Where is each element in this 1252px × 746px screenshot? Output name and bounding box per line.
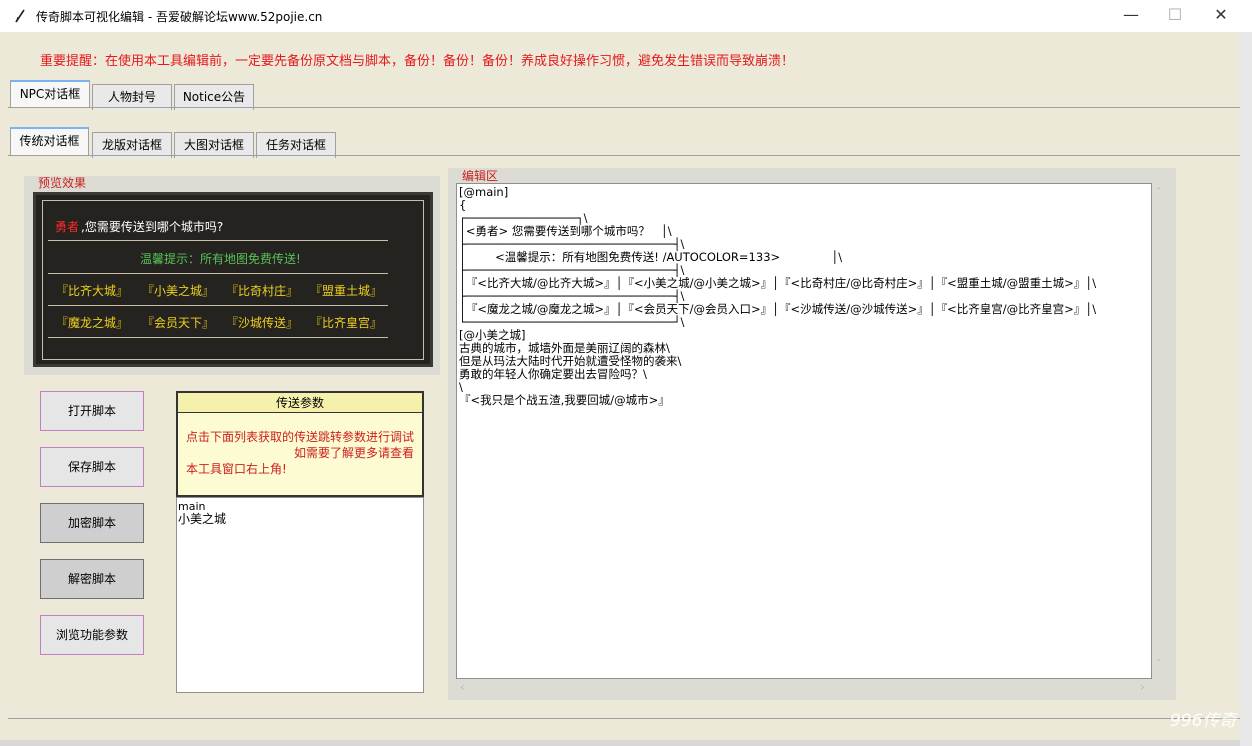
- transfer-params-note: 点击下面列表获取的传送跳转参数进行调试 如需要了解更多请查看 本工具窗口右上角!: [176, 413, 424, 497]
- preview-link: 『比奇村庄』: [226, 284, 299, 298]
- tab-traditional-dialog[interactable]: 传统对话框: [10, 127, 89, 156]
- preview-link: 『魔龙之城』: [56, 316, 129, 330]
- preview-link: 『沙城传送』: [226, 316, 299, 330]
- window-title: 传奇脚本可视化编辑 - 吾爱破解论坛www.52pojie.cn: [36, 10, 323, 24]
- note-line: 如需要了解更多请查看: [293, 446, 414, 460]
- params-list[interactable]: main 小美之城: [176, 497, 424, 693]
- preview-label: 预览效果: [38, 176, 87, 190]
- preview-link: 『盟重土城』: [310, 284, 383, 298]
- dialog-divider: [48, 240, 388, 241]
- preview-question: ,您需要传送到哪个城市吗?: [81, 220, 224, 234]
- encrypt-script-button[interactable]: 加密脚本: [40, 503, 144, 543]
- watermark: 996传奇: [1170, 711, 1237, 731]
- browse-params-button[interactable]: 浏览功能参数: [40, 615, 144, 655]
- dialog-divider: [48, 273, 388, 274]
- maximize-button[interactable]: ☐: [1152, 0, 1198, 32]
- open-script-button[interactable]: 打开脚本: [40, 391, 144, 431]
- transfer-params-title: 传送参数: [176, 391, 424, 413]
- background-window-edge: [1240, 32, 1252, 746]
- note-line: 本工具窗口右上角!: [186, 462, 287, 476]
- editor-horizontal-scrollbar[interactable]: ‹ ›: [456, 679, 1152, 697]
- note-line: 点击下面列表获取的传送跳转参数进行调试: [186, 430, 415, 444]
- preview-link: 『会员天下』: [142, 316, 215, 330]
- dialog-divider: [48, 305, 388, 306]
- list-item[interactable]: 小美之城: [178, 513, 423, 526]
- preview-tip: 温馨提示：所有地图免费传送!: [140, 252, 301, 266]
- dialog-divider: [48, 337, 388, 338]
- app-icon: [14, 9, 26, 23]
- tab-npc-dialog[interactable]: NPC对话框: [10, 80, 90, 108]
- editor-vertical-scrollbar[interactable]: ˄ ˅: [1152, 183, 1170, 679]
- close-button[interactable]: ✕: [1198, 0, 1244, 32]
- scroll-up-icon[interactable]: ˄: [1156, 187, 1161, 198]
- save-script-button[interactable]: 保存脚本: [40, 447, 144, 487]
- scroll-down-icon[interactable]: ˅: [1156, 659, 1161, 670]
- preview-link: 『小美之城』: [142, 284, 215, 298]
- preview-hero-name: 勇者: [55, 220, 80, 234]
- minimize-button[interactable]: —: [1108, 0, 1154, 32]
- scroll-left-icon[interactable]: ‹: [460, 680, 465, 694]
- panel-bottom-line: [8, 718, 1240, 719]
- editor-label: 编辑区: [462, 169, 499, 183]
- preview-link: 『比齐皇宫』: [310, 316, 383, 330]
- script-code[interactable]: [@main] { ┌────────────────┐\ │<勇者> 您需要传…: [459, 186, 1096, 407]
- scroll-right-icon[interactable]: ›: [1140, 680, 1145, 694]
- backup-warning: 重要提醒：在使用本工具编辑前，一定要先备份原文档与脚本，备份！备份！备份！养成良…: [40, 54, 795, 69]
- decrypt-script-button[interactable]: 解密脚本: [40, 559, 144, 599]
- main-tab-divider: [8, 107, 1240, 108]
- window-bottom-edge: [0, 740, 1240, 746]
- sub-tab-divider: [8, 155, 1240, 156]
- preview-link: 『比齐大城』: [56, 284, 129, 298]
